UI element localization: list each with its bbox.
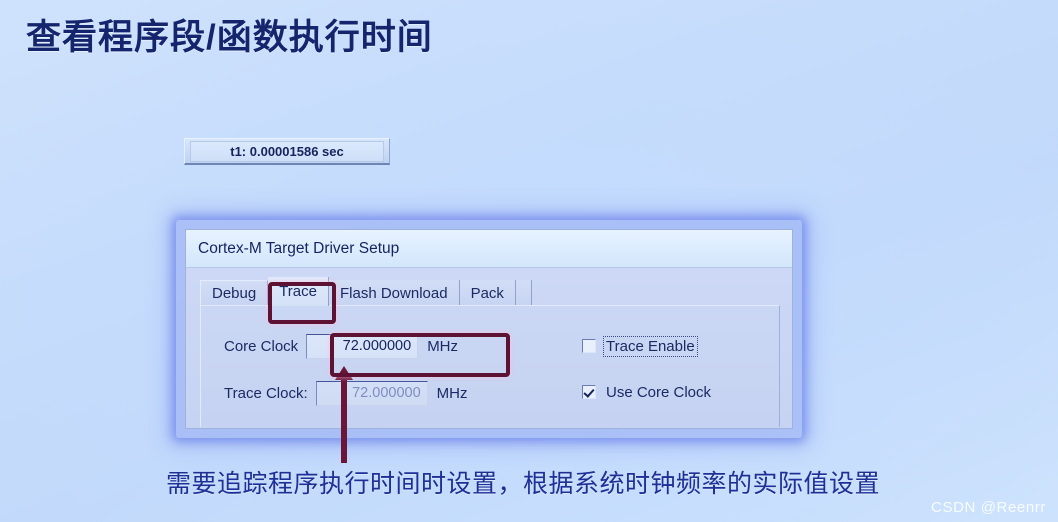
core-clock-field-group: 72.000000 MHz (306, 333, 459, 359)
trace-enable-checkbox-box[interactable] (582, 339, 596, 353)
tab-trace[interactable]: Trace (268, 277, 329, 306)
core-clock-label: Core Clock (224, 337, 299, 355)
core-clock-input[interactable]: 72.000000 (306, 333, 419, 359)
use-core-clock-checkbox-box[interactable] (582, 385, 596, 399)
page-title: 查看程序段/函数执行时间 (26, 18, 433, 57)
dialog-titlebar: Cortex-M Target Driver Setup (186, 230, 792, 268)
trace-tab-panel (200, 305, 780, 427)
trace-enable-label: Trace Enable (603, 335, 698, 357)
elapsed-time-value: t1: 0.00001586 sec (230, 143, 344, 159)
dialog-title: Cortex-M Target Driver Setup (198, 239, 400, 257)
use-core-clock-label: Use Core Clock (606, 383, 712, 401)
tab-debug[interactable]: Debug (200, 280, 269, 306)
tab-trace-label: Trace (279, 283, 317, 300)
annotation-arrow-up-icon (335, 366, 353, 463)
tab-flash-download[interactable]: Flash Download (329, 280, 460, 306)
trace-clock-input: 72.000000 (315, 380, 428, 406)
cortex-m-target-driver-setup-dialog: Cortex-M Target Driver Setup Debug Trace… (185, 229, 793, 429)
tabstrip-filler (515, 280, 532, 306)
tab-pack-label: Pack (470, 284, 504, 302)
core-clock-row: Core Clock 72.000000 MHz (224, 333, 459, 359)
core-clock-unit: MHz (427, 337, 459, 355)
tab-pack[interactable]: Pack (459, 280, 516, 306)
dialog-body: Debug Trace Flash Download Pack Core Clo… (186, 268, 792, 428)
elapsed-time-tooltip-inner: t1: 0.00001586 sec (190, 140, 384, 162)
trace-clock-unit: MHz (436, 384, 468, 402)
use-core-clock-checkbox-row[interactable]: Use Core Clock (582, 382, 713, 402)
tab-flash-download-label: Flash Download (340, 284, 448, 302)
slide-canvas: 查看程序段/函数执行时间 t1: 0.00001586 sec Cortex-M… (0, 0, 1058, 522)
tab-debug-label: Debug (212, 285, 257, 302)
annotation-caption: 需要追踪程序执行时间时设置，根据系统时钟频率的实际值设置 (166, 470, 881, 498)
tabstrip: Debug Trace Flash Download Pack (200, 277, 532, 306)
trace-clock-label: Trace Clock: (224, 384, 308, 402)
elapsed-time-tooltip: t1: 0.00001586 sec (184, 138, 390, 165)
trace-clock-field-group: 72.000000 MHz (315, 380, 468, 406)
trace-enable-checkbox-row[interactable]: Trace Enable (582, 335, 698, 357)
watermark: CSDN @Reenrr (931, 499, 1046, 516)
